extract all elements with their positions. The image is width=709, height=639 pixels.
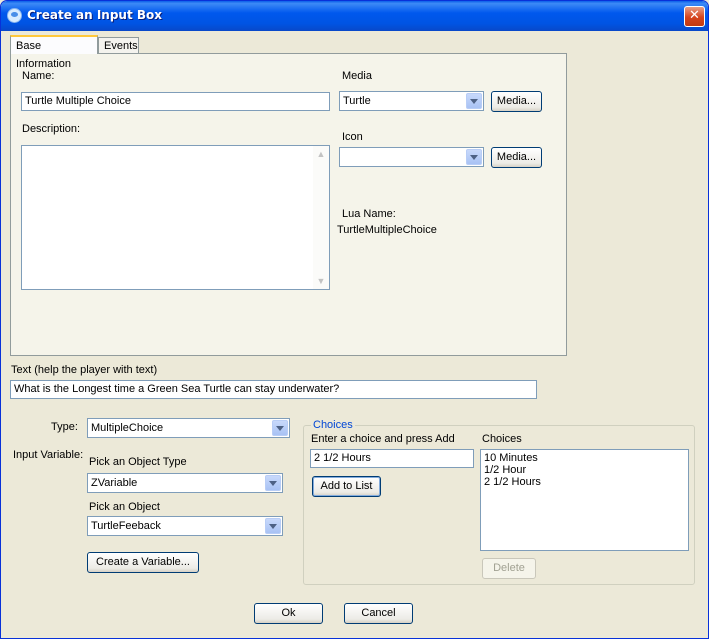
type-select[interactable]: MultipleChoice bbox=[87, 418, 290, 438]
scroll-up-arrow-icon[interactable]: ▲ bbox=[313, 146, 329, 162]
list-item[interactable]: 2 1/2 Hours bbox=[484, 476, 685, 488]
description-textarea[interactable]: ▲ ▼ bbox=[21, 145, 330, 290]
chevron-down-icon[interactable] bbox=[272, 420, 288, 436]
chevron-down-icon[interactable] bbox=[466, 93, 482, 109]
ok-button[interactable]: Ok bbox=[254, 603, 323, 624]
create-variable-button[interactable]: Create a Variable... bbox=[87, 552, 199, 573]
icon-label: Icon bbox=[342, 131, 363, 143]
window-title: Create an Input Box bbox=[27, 8, 163, 22]
choices-list-label: Choices bbox=[482, 433, 522, 445]
media-select[interactable]: Turtle bbox=[339, 91, 484, 111]
tab-events[interactable]: Events bbox=[98, 37, 139, 54]
choices-listbox[interactable]: 10 Minutes 1/2 Hour 2 1/2 Hours bbox=[480, 449, 689, 551]
title-bar[interactable]: Create an Input Box ✕ bbox=[1, 1, 708, 31]
scroll-down-arrow-icon[interactable]: ▼ bbox=[313, 273, 329, 289]
icon-browse-button[interactable]: Media... bbox=[491, 147, 542, 168]
chevron-down-icon[interactable] bbox=[466, 149, 482, 165]
list-item[interactable]: 10 Minutes bbox=[484, 452, 685, 464]
object-type-select[interactable]: ZVariable bbox=[87, 473, 283, 493]
chevron-down-icon[interactable] bbox=[265, 518, 281, 534]
list-item[interactable]: 1/2 Hour bbox=[484, 464, 685, 476]
delete-button[interactable]: Delete bbox=[482, 558, 536, 579]
text-label: Text (help the player with text) bbox=[11, 364, 158, 376]
type-select-value: MultipleChoice bbox=[91, 422, 164, 434]
lua-name-label: Lua Name: bbox=[342, 208, 396, 220]
type-label: Type: bbox=[51, 421, 78, 433]
icon-select[interactable] bbox=[339, 147, 484, 167]
choice-input[interactable]: 2 1/2 Hours bbox=[310, 449, 474, 468]
text-input[interactable]: What is the Longest time a Green Sea Tur… bbox=[10, 380, 537, 399]
tab-base-information[interactable]: Base Information bbox=[10, 35, 98, 70]
object-label: Pick an Object bbox=[89, 501, 160, 513]
close-button[interactable]: ✕ bbox=[684, 6, 705, 27]
media-label: Media bbox=[342, 70, 372, 82]
object-select-value: TurtleFeeback bbox=[91, 520, 161, 532]
media-select-value: Turtle bbox=[343, 95, 371, 107]
name-input[interactable]: Turtle Multiple Choice bbox=[21, 92, 330, 111]
object-type-label: Pick an Object Type bbox=[89, 456, 187, 468]
input-variable-label: Input Variable: bbox=[13, 449, 84, 461]
enter-choice-label: Enter a choice and press Add bbox=[311, 433, 455, 445]
chat-bubble-icon bbox=[7, 8, 22, 23]
lua-name-value: TurtleMultipleChoice bbox=[337, 224, 437, 236]
description-label: Description: bbox=[22, 123, 81, 135]
add-to-list-button[interactable]: Add to List bbox=[312, 476, 381, 497]
object-type-select-value: ZVariable bbox=[91, 477, 138, 489]
chevron-down-icon[interactable] bbox=[265, 475, 281, 491]
create-input-box-dialog: Create an Input Box ✕ Base Information E… bbox=[0, 0, 709, 639]
choices-group-title: Choices bbox=[311, 419, 355, 431]
object-select[interactable]: TurtleFeeback bbox=[87, 516, 283, 536]
cancel-button[interactable]: Cancel bbox=[344, 603, 413, 624]
media-browse-button[interactable]: Media... bbox=[491, 91, 542, 112]
description-scrollbar[interactable]: ▲ ▼ bbox=[313, 146, 329, 289]
